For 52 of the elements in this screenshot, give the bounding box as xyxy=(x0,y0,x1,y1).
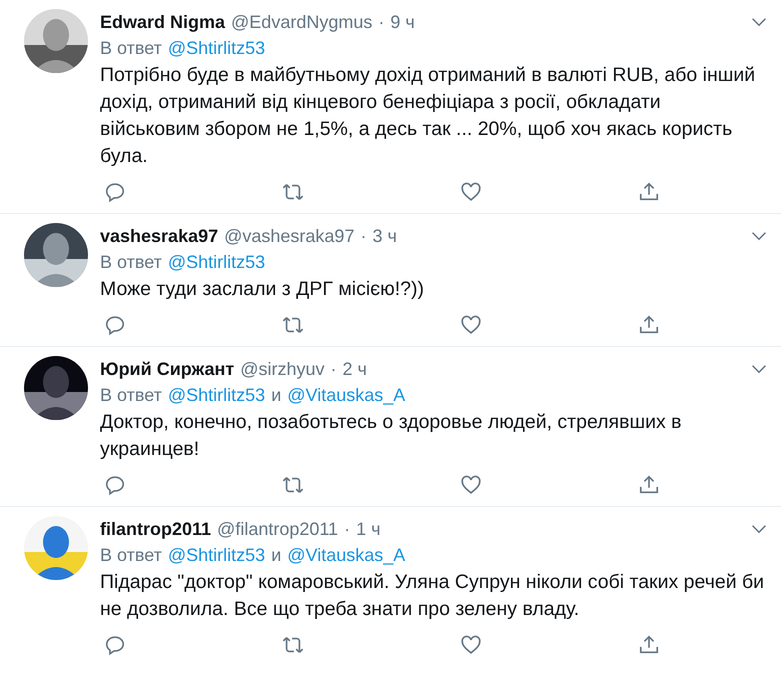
user-name[interactable]: vashesraka97 xyxy=(100,226,218,246)
mention-link[interactable]: @Shtirlitz53 xyxy=(168,385,266,406)
user-handle[interactable]: @sirzhyuv xyxy=(240,358,324,380)
reply-icon[interactable] xyxy=(104,181,126,203)
tweet-text: Може туди заслали з ДРГ місією!?)) xyxy=(100,277,425,302)
reply-joiner: и xyxy=(271,385,282,406)
chevron-icon[interactable] xyxy=(751,231,767,241)
user-name[interactable]: Юрий Сиржант xyxy=(100,358,234,380)
mention-link[interactable]: @Shtirlitz53 xyxy=(168,252,266,273)
timestamp[interactable]: 9 ч xyxy=(390,12,415,32)
separator-dot: · xyxy=(360,226,366,246)
separator-dot: · xyxy=(378,12,384,32)
retweet-icon[interactable] xyxy=(282,474,304,496)
user-handle[interactable]: @vashesraka97 xyxy=(224,226,354,246)
share-icon[interactable] xyxy=(638,181,660,203)
chevron-icon[interactable] xyxy=(751,17,767,27)
tweet-text: Підарас "доктор" комаровський. Уляна Супрун ніколи собі таких речей би не дозволила. Все що треба знати про зелену владу. xyxy=(100,570,765,622)
user-handle[interactable]: @EdvardNygmus xyxy=(231,12,372,32)
tweet-text: Потрібно буде в майбутньому дохід отриманий в валюті RUB, або інший дохід, отриманий від кінцевого бенефіціара з росії, обкладати військовим збором не 1,5%, а десь так ... 20%, щоб хоч якась користь була. xyxy=(100,63,756,169)
user-name[interactable]: filantrop2011 xyxy=(100,518,212,540)
timestamp[interactable]: 3 ч xyxy=(372,226,397,246)
chevron-icon[interactable] xyxy=(751,524,767,534)
user-name[interactable]: Edward Nigma xyxy=(100,12,226,32)
user-handle[interactable]: @filantrop2011 xyxy=(217,518,338,540)
separator-dot: · xyxy=(344,518,350,540)
reply-label: В ответ xyxy=(100,252,162,273)
mention-link[interactable]: @Shtirlitz53 xyxy=(168,545,266,566)
reply-icon[interactable] xyxy=(104,314,126,336)
timestamp[interactable]: 1 ч xyxy=(356,518,380,540)
timestamp[interactable]: 2 ч xyxy=(342,358,367,380)
reply-icon[interactable] xyxy=(104,474,126,496)
reply-label: В ответ xyxy=(100,545,162,566)
reply-icon[interactable] xyxy=(104,634,126,656)
mention-link[interactable]: @Vitauskas_A xyxy=(287,545,406,566)
chevron-icon[interactable] xyxy=(751,364,767,374)
tweet-text: Доктор, конечно, позаботьтесь о здоровье людей, стрелявших в украинцев! xyxy=(100,410,683,462)
separator-dot: · xyxy=(330,358,336,380)
heart-icon[interactable] xyxy=(460,181,482,203)
mention-link[interactable]: @Vitauskas_A xyxy=(287,385,406,406)
reply-joiner: и xyxy=(271,545,282,566)
retweet-icon[interactable] xyxy=(282,181,304,203)
share-icon[interactable] xyxy=(638,474,660,496)
retweet-icon[interactable] xyxy=(282,314,304,336)
share-icon[interactable] xyxy=(638,314,660,336)
heart-icon[interactable] xyxy=(460,474,482,496)
share-icon[interactable] xyxy=(638,634,660,656)
mention-link[interactable]: @Shtirlitz53 xyxy=(168,38,266,59)
heart-icon[interactable] xyxy=(460,634,482,656)
retweet-icon[interactable] xyxy=(282,634,304,656)
reply-label: В ответ xyxy=(100,385,162,406)
heart-icon[interactable] xyxy=(460,314,482,336)
reply-label: В ответ xyxy=(100,38,162,59)
